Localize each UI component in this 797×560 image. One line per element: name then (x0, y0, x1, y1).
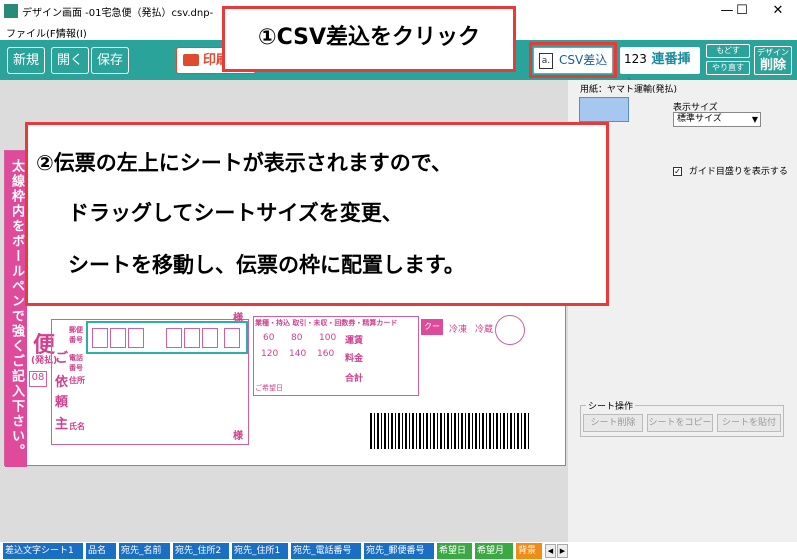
window-title: デザイン画面 -01宅急便（発払）csv.dnp- (22, 8, 214, 19)
postal-digit-1 (92, 328, 108, 348)
size-120: 120 (261, 349, 279, 359)
guide-toggle[interactable]: ✓ ガイド目盛りを表示する (673, 164, 788, 177)
callout-step1-text: ①CSV差込をクリック (257, 25, 481, 50)
callout-step2-line2: ドラッグしてシートサイズを変更、 (68, 201, 403, 225)
sheet-ops-label: シート操作 (586, 399, 636, 412)
slip-cool: クール (421, 319, 443, 347)
size-140: 140 (289, 349, 307, 359)
open-button[interactable]: 開く (51, 47, 89, 74)
menu-info[interactable]: 情報(I) (56, 25, 87, 40)
undo-button[interactable]: もどす (706, 44, 750, 58)
tab-3[interactable]: 宛先_住所2 (173, 543, 229, 559)
slip-shimei: 氏名 (69, 422, 85, 431)
display-size-value: 標準サイズ (677, 114, 722, 124)
postal-digit-7 (224, 328, 240, 348)
postal-digit-5 (184, 328, 200, 348)
size-100: 100 (319, 333, 337, 343)
serial-number-icon: 123 (624, 52, 647, 66)
tab-7[interactable]: 希望日 (437, 543, 472, 559)
postal-digit-6 (202, 328, 218, 348)
slip-denwa: 電話番号 (69, 354, 83, 372)
sheet-tab-bar: 差込文字シート1 品名 宛先_名前 宛先_住所2 宛先_住所1 宛先_電話番号 … (0, 542, 797, 560)
maximize-button[interactable]: ☐ (727, 2, 757, 20)
slip-sama-2: 様 (233, 431, 243, 442)
save-button[interactable]: 保存 (91, 47, 129, 74)
tab-0[interactable]: 差込文字シート1 (3, 543, 83, 559)
barcode (370, 413, 530, 449)
tab-5[interactable]: 宛先_電話番号 (291, 543, 361, 559)
design-delete-button[interactable]: デザイン 削除 (754, 46, 792, 75)
display-size-select[interactable]: 標準サイズ ▼ (673, 112, 761, 127)
new-button[interactable]: 新規 (7, 47, 45, 74)
tab-prev-icon[interactable]: ◀ (545, 544, 556, 558)
postal-digit-3 (128, 328, 144, 348)
csv-highlight-frame (529, 42, 617, 78)
tab-1[interactable]: 品名 (86, 543, 116, 559)
guide-checkbox[interactable]: ✓ (673, 167, 682, 176)
slip-unchin: 運賃 (345, 336, 364, 346)
stamp-circle (495, 315, 525, 345)
sheet-delete-button[interactable]: シート削除 (583, 414, 643, 432)
paper-label: 用紙：ヤマト運輸(発払) (580, 85, 678, 95)
guide-label: ガイド目盛りを表示する (688, 167, 788, 177)
menu-file[interactable]: ファイル(F) (6, 25, 60, 40)
serial-insert-button[interactable]: 123 連番挿入 (620, 47, 700, 92)
callout-step2: ②伝票の左上にシートが表示されますので、 ドラッグしてシートサイズを変更、 シー… (25, 122, 609, 306)
csv-insert-sheet[interactable] (86, 321, 248, 354)
slip-ryokin: 料金 (345, 354, 364, 364)
design-delete-label: 削除 (759, 58, 786, 73)
app-icon (4, 4, 18, 18)
slip-reizou: 冷蔵 (475, 325, 494, 335)
design-delete-top: デザイン (757, 48, 789, 57)
slip-jusho: 住所 (69, 376, 85, 385)
tab-4[interactable]: 宛先_住所1 (232, 543, 288, 559)
slip-num08: 08 (29, 371, 47, 387)
postal-digit-4 (166, 328, 182, 348)
slip-side-text: 太線枠内をボールペンで強くご記入下さい。 (5, 151, 27, 467)
printer-icon (183, 54, 199, 66)
sheet-paste-button[interactable]: シートを貼付 (717, 414, 781, 432)
size-160: 160 (317, 349, 335, 359)
redo-button[interactable]: やり直す (706, 61, 750, 75)
tab-8[interactable]: 希望月 (475, 543, 513, 559)
postal-digit-2 (110, 328, 126, 348)
tab-9[interactable]: 背景 (516, 543, 542, 559)
size-60: 60 (263, 333, 275, 343)
tab-6[interactable]: 宛先_郵便番号 (364, 543, 434, 559)
close-button[interactable]: ✕ (763, 2, 793, 20)
callout-step1: ①CSV差込をクリック (222, 6, 516, 72)
slip-yubin: 郵便番号 (69, 326, 83, 344)
chevron-down-icon: ▼ (751, 115, 758, 124)
tab-next-icon[interactable]: ▶ (557, 544, 568, 558)
slip-goukei: 合計 (345, 374, 364, 384)
paper-preview (579, 97, 629, 122)
callout-step2-line3: シートを移動し、伝票の枠に配置します。 (68, 253, 465, 277)
size-80: 80 (291, 333, 303, 343)
sheet-copy-button[interactable]: シートをコピー (647, 414, 713, 432)
slip-kibou: ご希望日 (255, 384, 283, 392)
tab-2[interactable]: 宛先_名前 (119, 543, 170, 559)
slip-reitou: 冷凍 (449, 325, 468, 335)
callout-step2-line1: ②伝票の左上にシートが表示されますので、 (36, 151, 452, 175)
